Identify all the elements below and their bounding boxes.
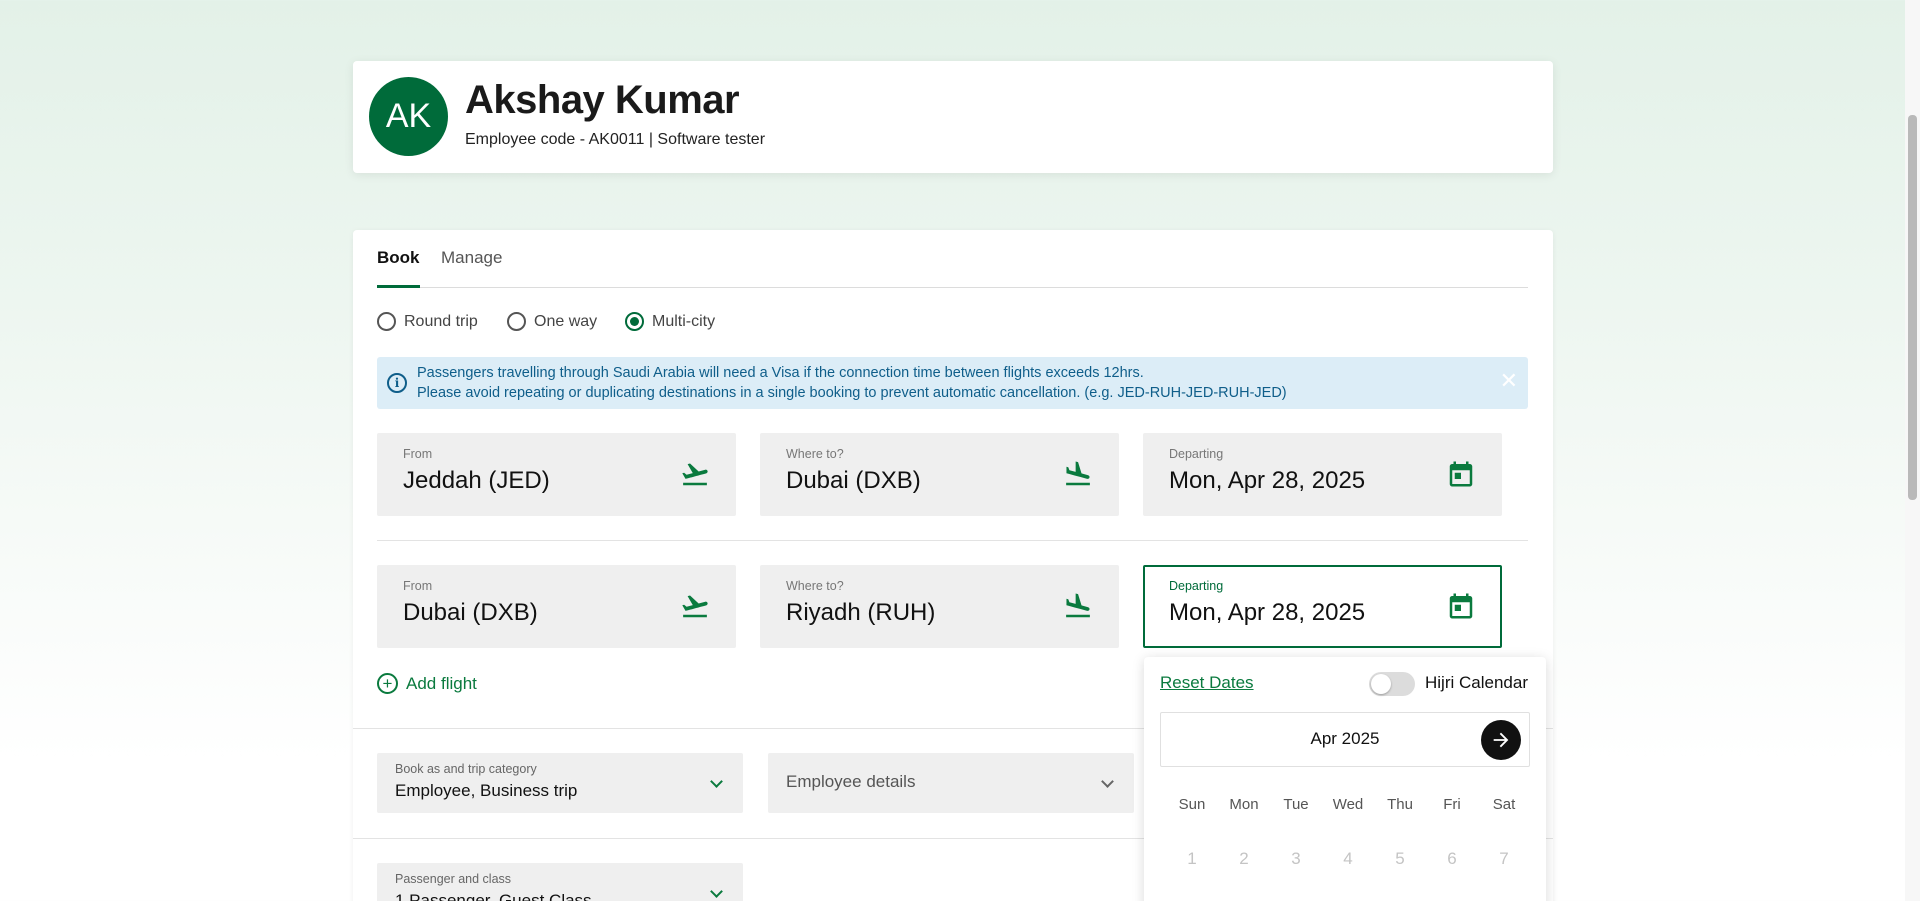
field-value: Riyadh (RUH) (786, 599, 936, 626)
field-label: Where to? (786, 447, 844, 461)
tab-manage[interactable]: Manage (441, 248, 502, 288)
scrollbar-thumb[interactable] (1908, 115, 1917, 500)
chevron-down-icon (1101, 775, 1114, 788)
profile-name: Akshay Kumar (465, 78, 740, 122)
info-text: Passengers travelling through Saudi Arab… (417, 363, 1287, 403)
radio-round-trip[interactable]: Round trip (377, 312, 478, 331)
flight-2-from-field[interactable]: From Dubai (DXB) (377, 565, 736, 648)
radio-multi-city[interactable]: Multi-city (625, 312, 715, 331)
hijri-calendar-toggle[interactable] (1369, 672, 1415, 696)
field-label: Where to? (786, 579, 844, 593)
employee-details-select[interactable]: Employee details (768, 753, 1134, 813)
field-value: Dubai (DXB) (786, 467, 921, 494)
calendar-day: 3 (1291, 849, 1301, 868)
reset-dates-link[interactable]: Reset Dates (1160, 673, 1254, 693)
select-label: Book as and trip category (395, 762, 537, 776)
flight-1-date-field[interactable]: Departing Mon, Apr 28, 2025 (1143, 433, 1502, 516)
tab-bar: Book Manage (377, 230, 1528, 288)
plane-landing-icon (1066, 593, 1090, 618)
avatar: AK (369, 77, 448, 156)
passenger-class-select[interactable]: Passenger and class 1 Passenger, Guest C… (377, 863, 743, 901)
hijri-calendar-label: Hijri Calendar (1425, 673, 1528, 692)
field-value: Mon, Apr 28, 2025 (1169, 599, 1366, 626)
calendar-icon (1449, 593, 1473, 619)
calendar-day: 6 (1447, 849, 1457, 868)
field-value: Jeddah (JED) (403, 467, 550, 494)
radio-circle (507, 312, 526, 331)
flight-1-to-field[interactable]: Where to? Dubai (DXB) (760, 433, 1119, 516)
radio-circle (377, 312, 396, 331)
add-flight-button[interactable]: + Add flight (377, 673, 477, 694)
month-header: Apr 2025 (1160, 712, 1530, 767)
close-icon[interactable]: ✕ (1500, 369, 1518, 394)
flight-1-from-field[interactable]: From Jeddah (JED) (377, 433, 736, 516)
calendar-day: 7 (1499, 849, 1509, 868)
month-label: Apr 2025 (1310, 729, 1380, 748)
flight-2-to-field[interactable]: Where to? Riyadh (RUH) (760, 565, 1119, 648)
page-scrollbar[interactable] (1905, 0, 1920, 901)
field-label: Departing (1169, 447, 1224, 461)
field-label: From (403, 579, 433, 593)
weekday-label: Fri (1443, 796, 1461, 813)
info-banner: i Passengers travelling through Saudi Ar… (377, 357, 1528, 409)
weekday-label: Sat (1492, 796, 1516, 813)
radio-label: One way (534, 312, 598, 330)
add-flight-label: Add flight (406, 673, 477, 693)
radio-one-way[interactable]: One way (507, 312, 597, 331)
calendar-icon (1449, 461, 1473, 487)
toggle-knob (1371, 674, 1391, 694)
profile-subtitle: Employee code - AK0011 | Software tester (465, 131, 766, 148)
field-label: Departing (1169, 579, 1224, 593)
next-month-button[interactable] (1481, 720, 1521, 760)
top-cut-text (640, 0, 1340, 4)
date-picker-popup: Reset Dates Hijri Calendar Apr 2025 Sun … (1144, 657, 1546, 901)
field-label: From (403, 447, 433, 461)
flight-2-date-field[interactable]: Departing Mon, Apr 28, 2025 (1143, 565, 1502, 648)
tab-book[interactable]: Book (377, 248, 420, 288)
field-value: Dubai (DXB) (403, 599, 538, 626)
select-value: 1 Passenger, Guest Class (395, 891, 592, 901)
weekday-label: Wed (1332, 796, 1364, 813)
radio-circle-checked (625, 312, 644, 331)
book-as-select[interactable]: Book as and trip category Employee, Busi… (377, 753, 743, 813)
calendar-day: 1 (1187, 849, 1197, 868)
info-icon: i (387, 373, 407, 393)
plus-circle-icon: + (377, 673, 398, 694)
plane-landing-icon (1066, 461, 1090, 486)
weekday-label: Mon (1229, 796, 1259, 813)
field-value: Mon, Apr 28, 2025 (1169, 467, 1366, 494)
info-line-1: Passengers travelling through Saudi Arab… (417, 365, 1144, 381)
arrow-right-icon (1493, 732, 1509, 748)
select-placeholder: Employee details (786, 772, 916, 791)
chevron-down-icon (710, 885, 723, 898)
calendar-day: 5 (1395, 849, 1405, 868)
weekday-label: Thu (1387, 796, 1413, 813)
plane-takeoff-icon (682, 463, 708, 486)
info-line-2: Please avoid repeating or duplicating de… (417, 385, 1287, 401)
calendar-day: 4 (1343, 849, 1353, 868)
profile-card: AK Akshay Kumar Employee code - AK0011 |… (353, 61, 1553, 173)
radio-label: Round trip (404, 312, 478, 330)
chevron-down-icon (710, 775, 723, 788)
weekday-label: Tue (1283, 796, 1309, 813)
plane-takeoff-icon (682, 595, 708, 618)
select-label: Passenger and class (395, 872, 512, 886)
select-value: Employee, Business trip (395, 781, 578, 800)
row-divider (377, 540, 1528, 541)
radio-label: Multi-city (652, 312, 716, 330)
calendar-day: 2 (1239, 849, 1249, 868)
weekday-label: Sun (1178, 796, 1206, 813)
